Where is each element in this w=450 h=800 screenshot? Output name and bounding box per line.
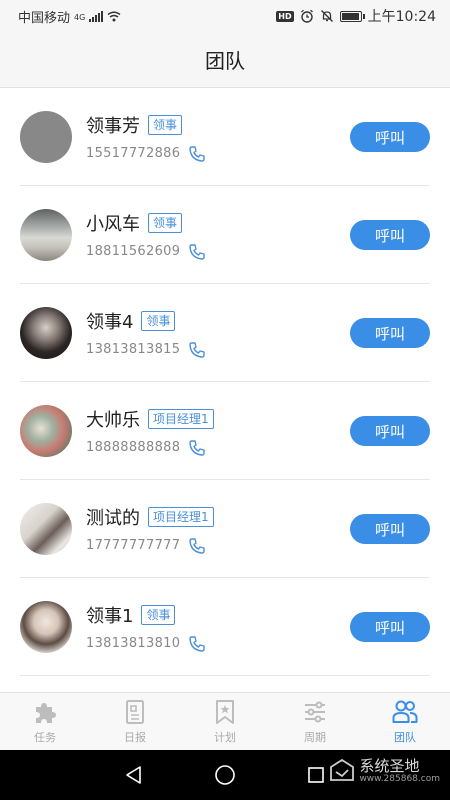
avatar: [20, 111, 72, 163]
clock-label: 上午10:24: [367, 9, 436, 25]
bookmark-icon: [216, 700, 234, 724]
member-row: 小风车 领事 18811562609 呼叫: [0, 186, 450, 284]
role-badge: 领事: [141, 604, 176, 625]
report-icon: [126, 700, 144, 724]
tab-label: 计划: [214, 731, 236, 744]
call-button[interactable]: 呼叫: [350, 220, 430, 250]
role-badge: 领事: [148, 114, 183, 135]
phone-icon[interactable]: [188, 341, 206, 359]
watermark: 系统圣地 www.285868.com: [329, 758, 440, 784]
puzzle-icon: [36, 703, 56, 723]
mute-bell-icon: [320, 10, 333, 22]
home-icon[interactable]: [214, 764, 236, 786]
phone-number: 13813813810: [86, 636, 181, 651]
tab-report[interactable]: 日报: [90, 693, 180, 750]
phone-icon[interactable]: [188, 537, 206, 555]
tab-plan[interactable]: 计划: [180, 693, 270, 750]
carrier-label: 中国移动: [18, 10, 71, 26]
alarm-icon: [300, 9, 313, 23]
team-icon: [392, 700, 418, 723]
wifi-icon: [107, 11, 121, 21]
role-badge: 领事: [141, 310, 176, 331]
battery-icon: [339, 10, 365, 22]
watermark-url: www.285868.com: [359, 774, 440, 784]
tab-label: 团队: [394, 731, 416, 744]
avatar: [20, 209, 72, 261]
member-row: 领事芳 领事 15517772886 呼叫: [0, 88, 450, 186]
member-row: 领事1 领事 13813813810 呼叫: [0, 578, 450, 676]
signal-icon: [89, 10, 104, 22]
phone-number: 17777777777: [86, 538, 181, 553]
phone-icon[interactable]: [188, 635, 206, 653]
sliders-icon: [305, 701, 325, 723]
member-name: 领事芳: [86, 115, 140, 137]
member-name: 领事4: [86, 311, 134, 333]
member-name: 测试的: [86, 507, 140, 529]
bottom-tab-bar: 任务 日报 计划 周期 团队: [0, 692, 450, 750]
member-row: 测试的 项目经理1 17777777777 呼叫: [0, 480, 450, 578]
tab-label: 周期: [304, 731, 326, 744]
status-bar: 中国移动 4G HD 上午10:24: [0, 0, 450, 32]
network-label: 4G: [74, 12, 86, 22]
phone-icon[interactable]: [188, 145, 206, 163]
page-title: 团队: [205, 49, 245, 73]
call-button[interactable]: 呼叫: [350, 514, 430, 544]
watermark-text: 系统圣地: [359, 757, 420, 775]
role-badge: 领事: [148, 212, 183, 233]
call-button[interactable]: 呼叫: [350, 612, 430, 642]
header-bar: 团队: [0, 32, 450, 88]
call-button[interactable]: 呼叫: [350, 416, 430, 446]
member-row: 领事4 领事 13813813815 呼叫: [0, 284, 450, 382]
avatar: [20, 307, 72, 359]
hd-badge: HD: [276, 10, 294, 22]
member-name: 领事1: [86, 605, 134, 627]
call-button[interactable]: 呼叫: [350, 318, 430, 348]
phone-number: 15517772886: [86, 146, 181, 161]
phone-number: 18888888888: [86, 440, 181, 455]
tab-task[interactable]: 任务: [0, 693, 90, 750]
avatar: [20, 405, 72, 457]
member-row: 大帅乐 项目经理1 18888888888 呼叫: [0, 382, 450, 480]
phone-number: 13813813815: [86, 342, 181, 357]
phone-icon[interactable]: [188, 243, 206, 261]
member-list: 领事芳 领事 15517772886 呼叫 小风车 领事 18811562609…: [0, 88, 450, 692]
back-icon[interactable]: [124, 765, 144, 785]
logo-icon: [330, 758, 355, 781]
role-badge: 项目经理1: [148, 506, 214, 527]
phone-number: 18811562609: [86, 244, 181, 259]
avatar: [20, 601, 72, 653]
tab-label: 日报: [124, 731, 146, 744]
call-button[interactable]: 呼叫: [350, 122, 430, 152]
phone-icon[interactable]: [188, 439, 206, 457]
recents-icon[interactable]: [306, 765, 326, 785]
member-name: 大帅乐: [86, 409, 140, 431]
avatar: [20, 503, 72, 555]
tab-label: 任务: [34, 731, 56, 744]
member-name: 小风车: [86, 213, 140, 235]
tab-cycle[interactable]: 周期: [270, 693, 360, 750]
role-badge: 项目经理1: [148, 408, 214, 429]
tab-team[interactable]: 团队: [360, 693, 450, 750]
